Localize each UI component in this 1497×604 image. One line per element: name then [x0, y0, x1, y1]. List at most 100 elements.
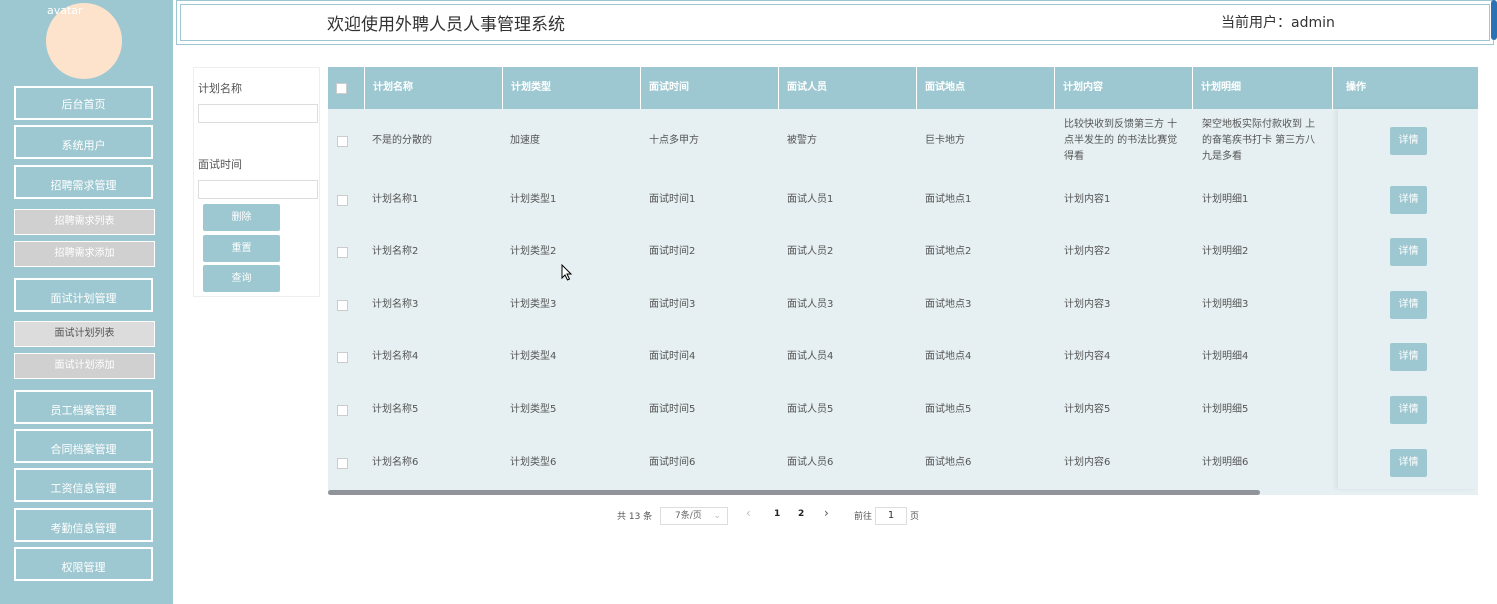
nav-system-users[interactable]: 系统用户	[14, 125, 153, 159]
nav-home[interactable]: 后台首页	[14, 86, 153, 120]
cell-plan-detail: 计划明细6	[1202, 456, 1249, 468]
page-size-value: 7条/页	[675, 511, 702, 521]
nav-contract-files[interactable]: 合同档案管理	[14, 429, 153, 463]
detail-button[interactable]: 详情	[1390, 290, 1427, 319]
cell-location: 巨卡地方	[925, 135, 965, 146]
page-1-button[interactable]: 1	[774, 509, 780, 519]
avatar-alt-text: avatar	[47, 4, 83, 17]
row-checkbox[interactable]	[337, 404, 348, 416]
row-checkbox[interactable]	[337, 457, 348, 469]
cell-plan-type: 计划类型5	[510, 403, 557, 415]
cell-interviewer: 面试人员4	[787, 351, 834, 362]
detail-button[interactable]: 详情	[1390, 127, 1427, 155]
cell-location: 面试地点1	[925, 193, 972, 205]
col-interview-time: 面试时间	[641, 67, 779, 109]
col-plan-content: 计划内容	[1055, 67, 1193, 109]
chevron-down-icon: ⌄	[713, 511, 721, 521]
nav-recruit-list[interactable]: 招聘需求列表	[14, 209, 155, 235]
col-actions: 操作	[1346, 82, 1366, 93]
prev-page-button[interactable]: ‹	[746, 506, 751, 520]
cell-interview-time: 面试时间6	[649, 456, 696, 468]
cell-plan-detail: 计划明细1	[1202, 193, 1249, 205]
table-header: 计划名称 计划类型 面试时间 面试人员 面试地点 计划内容 计划明细 操作	[328, 67, 1478, 109]
cell-plan-content: 比较快收到反馈第三方 十点半发生的 的书法比赛觉得看	[1064, 119, 1178, 162]
delete-button[interactable]: 删除	[203, 204, 280, 231]
nav-interview-list[interactable]: 面试计划列表	[14, 321, 155, 347]
cell-interview-time: 面试时间3	[649, 298, 696, 310]
row-checkbox[interactable]	[337, 194, 348, 206]
select-all-checkbox[interactable]	[336, 83, 347, 94]
col-plan-detail: 计划明细	[1193, 67, 1333, 109]
page-suffix: 页	[910, 512, 920, 522]
plan-name-input[interactable]	[198, 104, 318, 123]
cell-plan-type: 计划类型4	[510, 351, 557, 362]
cell-location: 面试地点6	[925, 456, 972, 468]
cell-plan-name: 计划名称6	[372, 456, 419, 468]
nav-salary[interactable]: 工资信息管理	[14, 468, 153, 502]
query-button[interactable]: 查询	[203, 265, 280, 292]
reset-button[interactable]: 重置	[203, 235, 280, 262]
goto-page-input[interactable]: 1	[875, 507, 907, 525]
cell-location: 面试地点3	[925, 298, 972, 310]
row-checkbox[interactable]	[337, 299, 348, 311]
interview-time-label: 面试时间	[198, 158, 242, 171]
col-plan-type: 计划类型	[503, 67, 641, 109]
page-title: 欢迎使用外聘人员人事管理系统	[327, 15, 565, 35]
col-interviewer: 面试人员	[779, 67, 917, 109]
page-2-button[interactable]: 2	[798, 509, 804, 519]
cell-plan-content: 计划内容4	[1064, 351, 1111, 362]
cell-plan-content: 计划内容3	[1064, 298, 1111, 310]
cell-interviewer: 面试人员6	[787, 456, 834, 468]
plan-name-label: 计划名称	[198, 82, 242, 95]
detail-button[interactable]: 详情	[1390, 448, 1427, 477]
nav-permissions[interactable]: 权限管理	[14, 547, 153, 581]
cell-plan-content: 计划内容1	[1064, 193, 1111, 205]
cell-plan-name: 不是的分散的	[372, 135, 432, 146]
cell-interview-time: 面试时间2	[649, 246, 696, 257]
cell-location: 面试地点4	[925, 351, 972, 362]
nav-recruit-demand[interactable]: 招聘需求管理	[14, 165, 153, 199]
mouse-cursor-icon	[561, 264, 573, 281]
cell-plan-type: 加速度	[510, 135, 540, 146]
cell-plan-content: 计划内容2	[1064, 246, 1111, 257]
cell-plan-detail: 计划明细3	[1202, 298, 1249, 310]
nav-employee-files[interactable]: 员工档案管理	[14, 390, 153, 424]
cell-plan-name: 计划名称5	[372, 403, 419, 415]
current-user: 当前用户：admin	[1221, 15, 1335, 31]
cell-location: 面试地点5	[925, 403, 972, 415]
cell-plan-type: 计划类型3	[510, 298, 557, 310]
nav-recruit-add[interactable]: 招聘需求添加	[14, 241, 155, 267]
detail-button[interactable]: 详情	[1390, 343, 1427, 371]
detail-button[interactable]: 详情	[1390, 185, 1427, 214]
cell-interviewer: 面试人员5	[787, 403, 834, 415]
cell-interviewer: 面试人员2	[787, 246, 834, 257]
row-checkbox[interactable]	[337, 352, 348, 363]
cell-interviewer: 面试人员1	[787, 193, 834, 205]
cell-interview-time: 十点多甲方	[649, 135, 699, 146]
sidebar: avatar 后台首页 系统用户 招聘需求管理 招聘需求列表 招聘需求添加 面试…	[0, 0, 173, 604]
next-page-button[interactable]: ›	[824, 506, 829, 520]
cell-plan-detail: 计划明细2	[1202, 246, 1249, 257]
cell-plan-type: 计划类型6	[510, 456, 557, 468]
row-checkbox[interactable]	[337, 247, 348, 258]
row-checkbox[interactable]	[337, 136, 348, 147]
header-select-cell	[328, 67, 365, 109]
nav-interview-plan[interactable]: 面试计划管理	[14, 278, 153, 312]
page-size-select[interactable]: 7条/页 ⌄	[660, 507, 728, 525]
detail-button[interactable]: 详情	[1390, 238, 1427, 266]
cell-plan-content: 计划内容5	[1064, 403, 1111, 415]
search-panel: 计划名称 面试时间 删除 重置 查询	[193, 67, 320, 297]
pagination-total: 共 13 条	[617, 512, 653, 522]
page-scrollbar[interactable]	[1491, 0, 1497, 40]
col-plan-name: 计划名称	[365, 67, 503, 109]
detail-button[interactable]: 详情	[1390, 395, 1427, 424]
goto-label: 前往	[854, 512, 873, 522]
cell-interview-time: 面试时间4	[649, 351, 696, 362]
nav-interview-add[interactable]: 面试计划添加	[14, 353, 155, 379]
cell-interviewer: 面试人员3	[787, 298, 834, 310]
nav-attendance[interactable]: 考勤信息管理	[14, 508, 153, 542]
table-horizontal-scrollbar[interactable]	[328, 490, 1260, 495]
cell-plan-name: 计划名称2	[372, 246, 419, 257]
cell-interview-time: 面试时间5	[649, 403, 696, 415]
interview-time-input[interactable]	[198, 180, 318, 199]
